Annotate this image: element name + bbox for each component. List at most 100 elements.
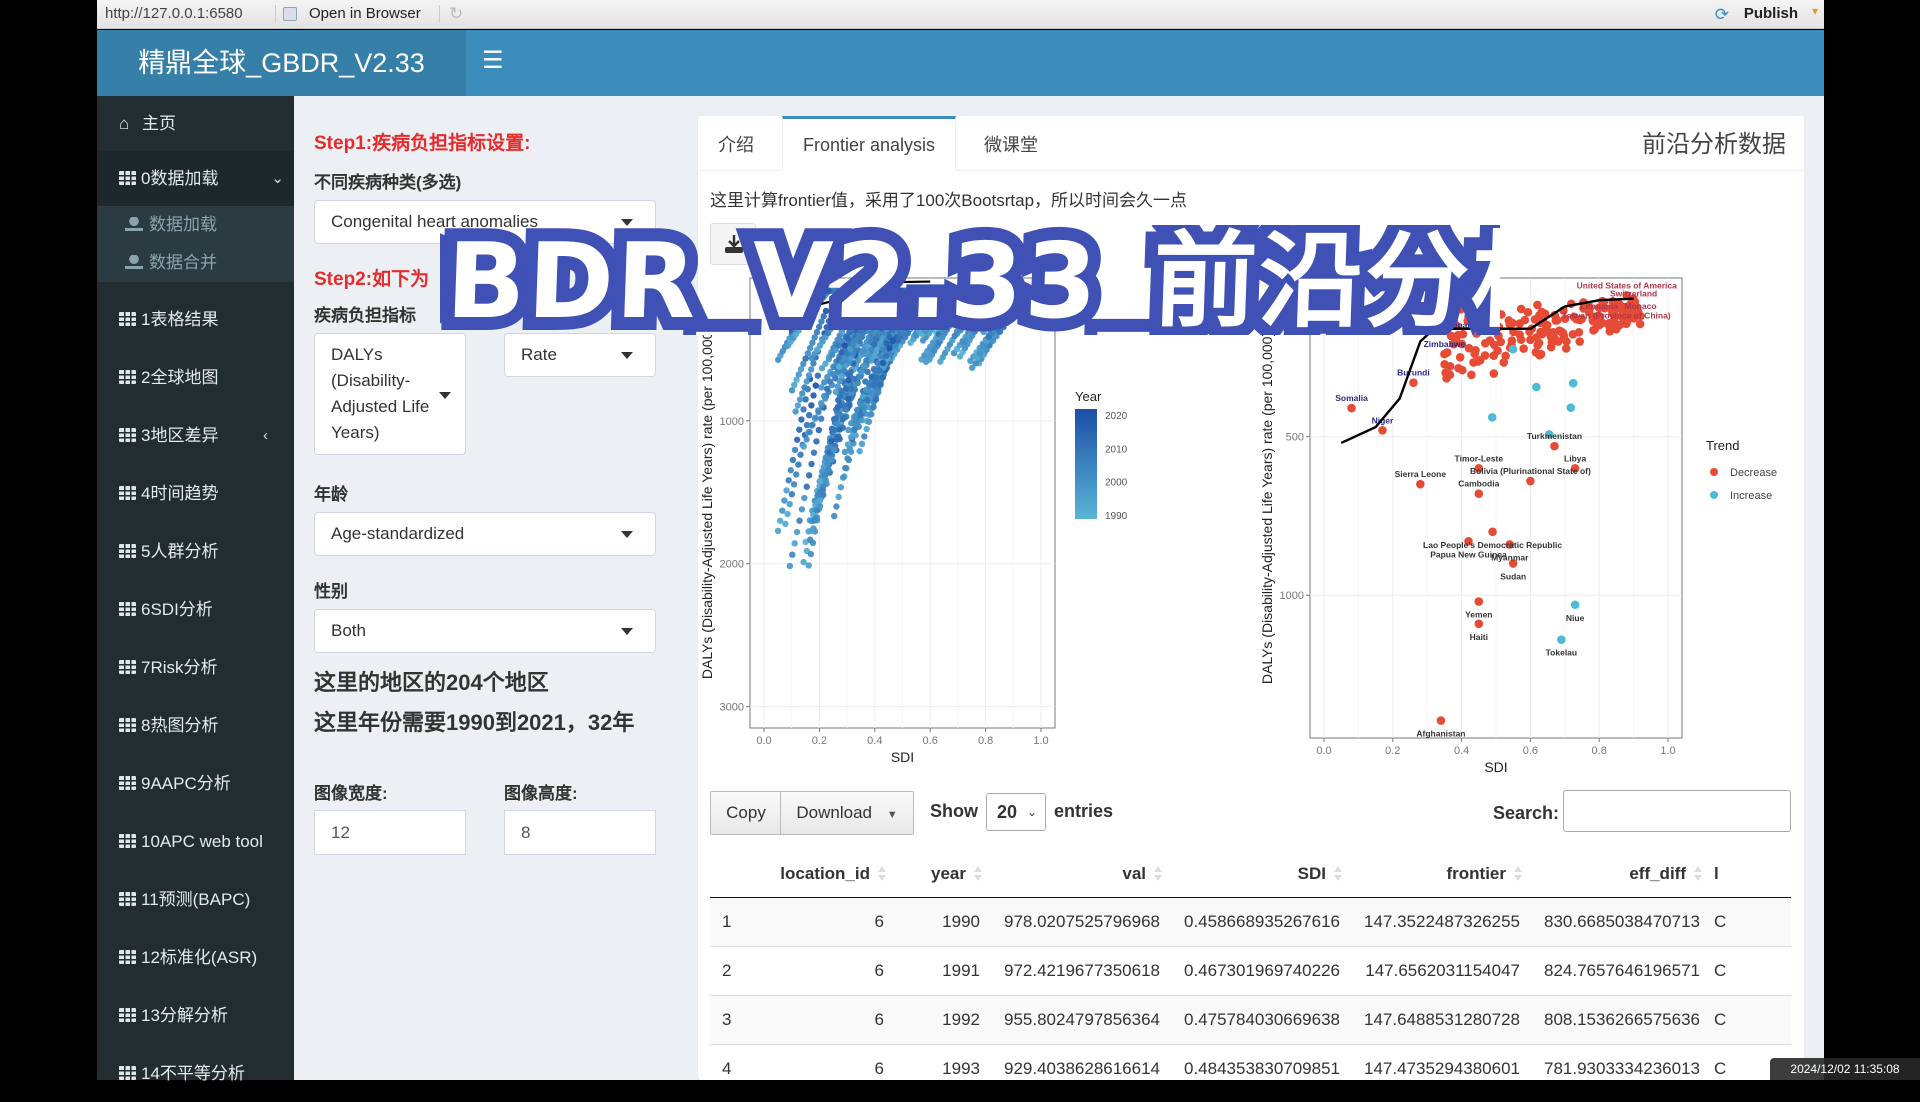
- sidebar-item-population[interactable]: 5人群分析: [97, 524, 294, 580]
- sidebar-item-aapc[interactable]: 9AAPC分析: [97, 756, 294, 812]
- scatter-point: [1526, 335, 1535, 345]
- legend-title: Year: [1075, 389, 1102, 404]
- sidebar-item-label: 4时间趋势: [141, 484, 219, 503]
- table-cell: 929.4038628616614: [988, 1043, 1168, 1093]
- scatter-point: [784, 510, 791, 518]
- sidebar-item-inequality[interactable]: 14不平等分析: [97, 1046, 294, 1102]
- publish-button[interactable]: Publish: [1744, 5, 1798, 22]
- labeled-point: [1416, 479, 1425, 489]
- sort-icon: [1154, 866, 1162, 882]
- scatter-point: [1561, 344, 1571, 353]
- column-header-eff-diff[interactable]: eff_diff: [1528, 851, 1708, 898]
- legend-tick-label: 2010: [1105, 444, 1128, 455]
- download-button[interactable]: Download ▼: [780, 791, 914, 835]
- point-label: Lao People's Democratic Republic: [1423, 540, 1562, 550]
- sex-select[interactable]: Both: [314, 609, 656, 653]
- scatter-point: [844, 455, 851, 462]
- labeled-point: [1474, 619, 1484, 629]
- sidebar-item-home[interactable]: ⌂ 主页: [97, 96, 294, 152]
- column-header-frontier[interactable]: frontier: [1348, 851, 1528, 898]
- column-header-index[interactable]: [710, 851, 750, 898]
- scatter-point: [873, 374, 880, 382]
- open-in-browser-button[interactable]: Open in Browser: [309, 5, 421, 22]
- metric-select[interactable]: Rate: [504, 333, 656, 377]
- column-header-year[interactable]: year: [892, 851, 988, 898]
- sidebar-item-global-map[interactable]: 2全球地图: [97, 350, 294, 406]
- url-text[interactable]: http://127.0.0.1:6580: [105, 5, 243, 22]
- labeled-point: [1409, 378, 1418, 387]
- page-size-select[interactable]: 20 ⌄: [986, 793, 1046, 831]
- scatter-point: [830, 426, 837, 433]
- sidebar-item-regional-diff[interactable]: 3地区差异 ‹: [97, 408, 294, 464]
- sidebar-item-asr[interactable]: 12标准化(ASR): [97, 930, 294, 986]
- sidebar-item-bapc[interactable]: 11预测(BAPC): [97, 872, 294, 928]
- scatter-point: [792, 408, 799, 415]
- scatter-point: [808, 292, 816, 300]
- point-label: Timor-Leste: [1455, 453, 1504, 463]
- y-tick-label: 1000: [1280, 590, 1304, 602]
- x-tick-label: 0.0: [756, 735, 771, 747]
- image-height-input[interactable]: 8: [504, 810, 656, 855]
- table-row[interactable]: 1 6 1990 978.0207525796968 0.458668935267616…: [710, 896, 1791, 946]
- scatter-point: [795, 461, 802, 468]
- sidebar-item-time-trend[interactable]: 4时间趋势: [97, 466, 294, 522]
- sidebar-item-table-results[interactable]: 1表格结果: [97, 292, 294, 348]
- sidebar-item-data-loading[interactable]: 0数据加载 ⌄: [97, 151, 294, 207]
- sidebar-item-sdi[interactable]: 6SDI分析: [97, 582, 294, 638]
- table-row[interactable]: 3 6 1992 955.8024797856364 0.475784030669638…: [710, 994, 1791, 1044]
- hamburger-icon[interactable]: ☰: [482, 46, 504, 75]
- sidebar-item-apc-web-tool[interactable]: 10APC web tool: [97, 814, 294, 870]
- table-cell: 6: [750, 896, 892, 946]
- image-width-input[interactable]: 12: [314, 810, 466, 855]
- table-cell: C: [1708, 994, 1791, 1044]
- labeled-point: [1436, 716, 1446, 725]
- table-cell: 6: [750, 945, 892, 995]
- tab-micro-class[interactable]: 微课堂: [964, 116, 1058, 171]
- scatter-point: [879, 374, 887, 381]
- age-select[interactable]: Age-standardized: [314, 512, 656, 556]
- scatter-point: [828, 456, 835, 464]
- scatter-point: [874, 287, 881, 295]
- app-logo[interactable]: 精鼎全球_GBDR_V2.33: [97, 30, 466, 96]
- refresh-icon[interactable]: ↻: [449, 4, 463, 24]
- column-header-location-id[interactable]: location_id: [750, 851, 892, 898]
- scatter-point: [1464, 343, 1474, 353]
- table-icon: [119, 312, 136, 326]
- home-icon: ⌂: [119, 114, 130, 133]
- scatter-point: [889, 326, 896, 334]
- column-header-truncated[interactable]: l: [1708, 851, 1791, 898]
- sidebar-item-risk[interactable]: 7Risk分析: [97, 640, 294, 696]
- sidebar-item-decomposition[interactable]: 13分解分析: [97, 988, 294, 1044]
- scatter-point: [802, 396, 809, 403]
- download-plot-button[interactable]: [710, 223, 756, 265]
- sidebar-item-heatmap[interactable]: 8热图分析: [97, 698, 294, 754]
- sex-label: 性别: [314, 582, 348, 601]
- scatter-point: [792, 471, 800, 478]
- tab-intro[interactable]: 介绍: [698, 116, 774, 171]
- age-label: 年龄: [314, 485, 348, 504]
- sidebar-subitem-data-load[interactable]: 数据加载: [97, 206, 294, 244]
- scatter-point: [922, 287, 929, 295]
- legend-tick-label: 2020: [1105, 411, 1128, 422]
- publish-dropdown-icon[interactable]: ▾: [1812, 4, 1818, 18]
- caret-down-icon: ▼: [886, 809, 898, 821]
- table-row[interactable]: 2 6 1991 972.4219677350618 0.467301969740226…: [710, 945, 1791, 995]
- measure-select[interactable]: DALYs (Disability-Adjusted Life Years): [314, 333, 466, 455]
- scatter-point: [779, 507, 786, 514]
- column-header-sdi[interactable]: SDI: [1168, 851, 1348, 898]
- scatter-point: [844, 441, 852, 448]
- table-row[interactable]: 4 6 1993 929.4038628616614 0.484353830709851…: [710, 1043, 1791, 1093]
- scatter-point: [835, 493, 842, 501]
- sidebar-subitem-data-merge[interactable]: 数据合并: [97, 244, 294, 282]
- scatter-point: [797, 451, 804, 458]
- column-header-val[interactable]: val: [988, 851, 1168, 898]
- search-input[interactable]: [1563, 790, 1791, 832]
- scatter-point: [803, 378, 810, 385]
- disease-select[interactable]: Congenital heart anomalies: [314, 200, 656, 244]
- scatter-point: [805, 562, 812, 569]
- copy-button[interactable]: Copy: [710, 791, 782, 835]
- tab-frontier-analysis[interactable]: Frontier analysis: [782, 116, 957, 171]
- sidebar-item-label: 14不平等分析: [141, 1064, 245, 1083]
- scatter-point: [834, 403, 842, 411]
- tab-box: 介绍 Frontier analysis 微课堂 前沿分析数据 这里计算fron…: [698, 116, 1804, 1093]
